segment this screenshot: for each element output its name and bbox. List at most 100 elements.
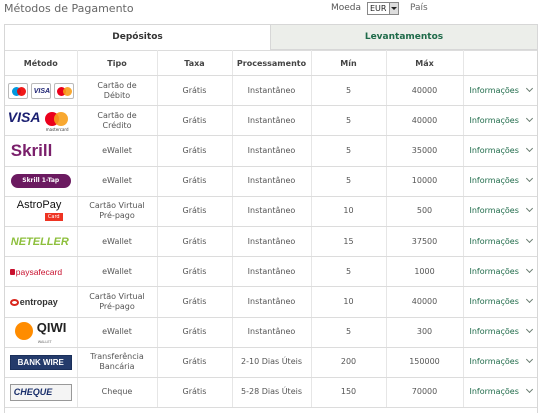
method-cell: VISA mastercard <box>5 105 78 137</box>
table-row: paysafecard eWallet Grátis Instantâneo 5… <box>5 256 537 288</box>
chevron-down-icon[interactable] <box>525 265 533 273</box>
processamento-cell: Instantâneo <box>232 256 312 288</box>
min-cell: 200 <box>311 347 387 378</box>
table-row: Skrill 1-Tap eWallet Grátis Instantâneo … <box>5 166 537 197</box>
table-row: Skrill eWallet Grátis Instantâneo 5 3500… <box>5 135 537 167</box>
max-cell: 40000 <box>386 75 464 107</box>
currency-value: EUR <box>370 4 387 13</box>
informacoes-link[interactable]: Informações <box>463 75 537 107</box>
informacoes-link[interactable]: Informações <box>463 166 537 197</box>
min-cell: 15 <box>311 226 387 258</box>
informacoes-link[interactable]: Informações <box>463 377 537 409</box>
chevron-down-icon[interactable] <box>525 144 533 153</box>
tipo-cell: eWallet <box>77 226 158 258</box>
maestro-icon <box>7 82 28 99</box>
chevron-down-icon[interactable] <box>525 205 533 213</box>
chevron-down-icon[interactable] <box>525 295 533 303</box>
processamento-cell: Instantâneo <box>232 166 312 197</box>
taxa-cell: Grátis <box>157 256 233 288</box>
informacoes-label[interactable]: Informações <box>470 387 519 396</box>
processamento-cell: Instantâneo <box>232 196 312 227</box>
informacoes-label[interactable]: Informações <box>470 176 519 185</box>
processamento-cell: 2-10 Dias Úteis <box>232 347 312 378</box>
tipo-cell: eWallet <box>77 256 158 288</box>
col-header-info <box>463 50 537 76</box>
astropay-logo: AstroPay Card <box>16 199 63 222</box>
processamento-cell: Instantâneo <box>232 317 312 348</box>
min-cell: 5 <box>311 105 387 137</box>
max-cell: 40000 <box>386 105 464 137</box>
col-header-tipo: Tipo <box>77 50 158 76</box>
cheque-logo: CHEQUE <box>9 383 72 401</box>
informacoes-label[interactable]: Informações <box>470 86 519 95</box>
tipo-cell: Transferência Bancária <box>77 347 158 378</box>
entropay-logo: entropay <box>9 295 72 309</box>
tab-depositos[interactable]: Depósitos <box>5 25 271 50</box>
informacoes-link[interactable]: Informações <box>463 226 537 258</box>
table-row: NETELLER eWallet Grátis Instantâneo 15 3… <box>5 226 537 258</box>
informacoes-label[interactable]: Informações <box>470 206 519 215</box>
table-header-row: Método Tipo Taxa Processamento Mín Máx <box>5 50 537 76</box>
table-row: AstroPay Card Cartão Virtual Pré-pago Grá… <box>5 196 537 227</box>
chevron-down-icon[interactable] <box>525 235 533 243</box>
informacoes-link[interactable]: Informações <box>463 105 537 137</box>
processamento-cell: Instantâneo <box>232 226 312 258</box>
informacoes-label[interactable]: Informações <box>470 357 519 366</box>
qiwi-icon <box>14 322 33 341</box>
chevron-down-icon[interactable] <box>525 84 533 92</box>
informacoes-label[interactable]: Informações <box>470 327 519 336</box>
chevron-down-icon[interactable] <box>525 175 533 183</box>
col-header-metodo: Método <box>5 50 78 76</box>
chevron-down-icon[interactable] <box>525 356 533 364</box>
tab-levantamentos[interactable]: Levantamentos <box>271 25 537 50</box>
informacoes-label[interactable]: Informações <box>470 116 519 125</box>
max-cell: 37500 <box>386 226 464 258</box>
max-cell: 300 <box>386 317 464 348</box>
informacoes-label[interactable]: Informações <box>470 237 519 246</box>
chevron-down-icon[interactable] <box>525 326 533 334</box>
min-cell: 10 <box>311 286 387 318</box>
informacoes-link[interactable]: Informações <box>463 196 537 227</box>
tipo-cell: eWallet <box>77 317 158 348</box>
taxa-cell: Grátis <box>157 286 233 318</box>
max-cell: 1000 <box>386 256 464 288</box>
mastercard-icon <box>53 82 74 99</box>
min-cell: 5 <box>311 135 387 167</box>
top-bar: Métodos de Pagamento Moeda EUR País <box>0 0 542 22</box>
chevron-down-icon[interactable] <box>525 114 533 122</box>
country-label[interactable]: País <box>410 3 428 13</box>
chevron-down-icon[interactable] <box>525 386 533 394</box>
page-title: Métodos de Pagamento <box>4 2 134 15</box>
method-cell: BANK WIRE <box>5 347 78 378</box>
lock-icon <box>9 269 15 276</box>
skrill-logo: Skrill <box>10 140 53 160</box>
visa-debit-icon: VISA <box>30 82 51 99</box>
processamento-cell: Instantâneo <box>232 105 312 137</box>
method-cell: QIWI WALLET <box>5 317 78 348</box>
col-header-max: Máx <box>386 50 464 76</box>
informacoes-link[interactable]: Informações <box>463 135 537 167</box>
informacoes-label[interactable]: Informações <box>470 146 519 155</box>
informacoes-label[interactable]: Informações <box>470 297 519 306</box>
informacoes-label[interactable]: Informações <box>470 267 519 276</box>
informacoes-link[interactable]: Informações <box>463 317 537 348</box>
bank-wire-logo: BANK WIRE <box>9 354 72 370</box>
informacoes-link[interactable]: Informações <box>463 256 537 288</box>
taxa-cell: Grátis <box>157 75 233 107</box>
taxa-cell: Grátis <box>157 135 233 167</box>
table-row: entropay Cartão Virtual Pré-pago Grátis … <box>5 286 537 318</box>
chevron-down-icon[interactable] <box>389 3 398 14</box>
max-cell: 35000 <box>386 135 464 167</box>
taxa-cell: Grátis <box>157 377 233 409</box>
currency-select[interactable]: EUR <box>367 2 399 15</box>
tipo-cell: Cartão Virtual Pré-pago <box>77 286 158 318</box>
informacoes-link[interactable]: Informações <box>463 286 537 318</box>
visa-wordmark: VISA <box>7 108 41 125</box>
informacoes-link[interactable]: Informações <box>463 347 537 378</box>
processamento-cell: Instantâneo <box>232 135 312 167</box>
min-cell: 150 <box>311 377 387 409</box>
taxa-cell: Grátis <box>157 166 233 197</box>
col-header-taxa: Taxa <box>157 50 233 76</box>
col-header-processamento: Processamento <box>232 50 312 76</box>
max-cell: 150000 <box>386 347 464 378</box>
